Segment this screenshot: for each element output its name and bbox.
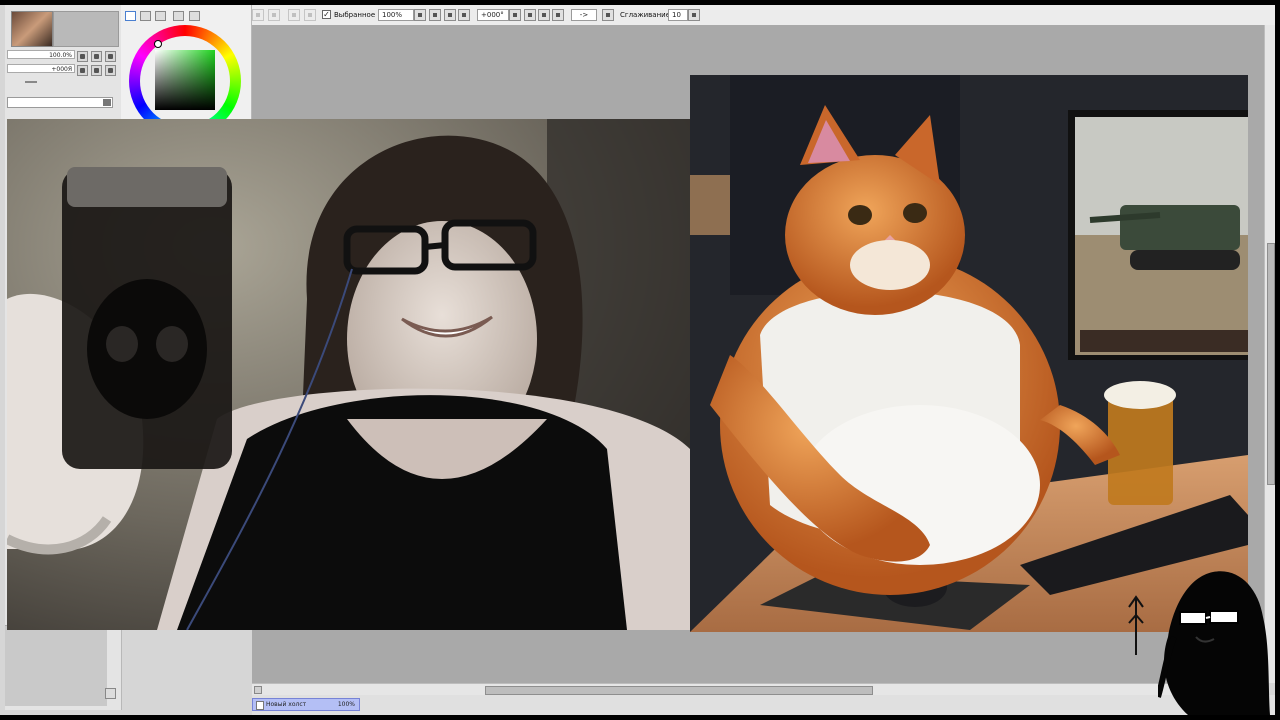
zoom-out-button[interactable] bbox=[429, 9, 441, 21]
navigator-preview-box bbox=[53, 11, 119, 47]
zoom-reset-button[interactable] bbox=[105, 51, 116, 62]
hide-selection-button[interactable] bbox=[304, 9, 316, 21]
rotate-right-button[interactable] bbox=[538, 9, 550, 21]
rotate-left-button[interactable] bbox=[77, 65, 88, 76]
scroll-left-arrow[interactable] bbox=[254, 686, 262, 694]
smoothing-label: Сглаживание bbox=[620, 11, 671, 19]
zoom-reset-button[interactable] bbox=[458, 9, 470, 21]
palette-icon[interactable] bbox=[173, 11, 184, 21]
zoom-out-button[interactable] bbox=[77, 51, 88, 62]
angle-field[interactable]: +000Я bbox=[7, 64, 75, 73]
selection-checkbox[interactable]: ✓ bbox=[322, 10, 331, 19]
rgb-slider-icon[interactable] bbox=[140, 11, 151, 21]
zoom-field[interactable]: 100.0% bbox=[7, 50, 75, 59]
invert-selection-button[interactable] bbox=[268, 9, 280, 21]
cat-gamer-svg bbox=[690, 75, 1248, 632]
horizontal-scroll-thumb[interactable] bbox=[485, 686, 873, 695]
rotate-reset-button[interactable] bbox=[105, 65, 116, 76]
hue-handle[interactable] bbox=[154, 40, 162, 48]
smoothing-dropdown-button[interactable] bbox=[688, 9, 700, 21]
document-zoom: 100% bbox=[337, 701, 355, 708]
top-toolbar: ✓ Выбранное 100% +000° -> Сглаживание 10 bbox=[252, 5, 1275, 26]
cat-gamer-illustration bbox=[690, 75, 1248, 632]
navigator-thumbnail[interactable] bbox=[11, 11, 53, 47]
hsv-slider-icon[interactable] bbox=[155, 11, 166, 21]
rotation-dropdown-button[interactable] bbox=[509, 9, 521, 21]
flip-field[interactable]: -> bbox=[571, 9, 597, 21]
slider-track[interactable] bbox=[25, 81, 37, 83]
chevron-down-icon bbox=[103, 99, 111, 106]
smoothing-field[interactable]: 10 bbox=[668, 9, 688, 21]
flip-horizontal-button[interactable] bbox=[602, 9, 614, 21]
rotation-select[interactable]: +000° bbox=[477, 9, 509, 21]
swatch-icon[interactable] bbox=[189, 11, 200, 21]
zoom-in-button[interactable] bbox=[91, 51, 102, 62]
vertical-scroll-thumb[interactable] bbox=[1267, 243, 1275, 485]
layer-list-panel bbox=[5, 625, 107, 706]
color-panel bbox=[121, 5, 252, 137]
color-wheel-icon[interactable] bbox=[125, 11, 136, 21]
layer-mode-dropdown[interactable] bbox=[7, 97, 113, 108]
rotate-left-button[interactable] bbox=[524, 9, 536, 21]
panel-scroll-button[interactable] bbox=[105, 688, 116, 699]
status-bar: Новый холст 100% bbox=[252, 695, 1275, 715]
deselect-button[interactable] bbox=[252, 9, 264, 21]
document-icon bbox=[256, 701, 264, 710]
rotate-reset-button[interactable] bbox=[552, 9, 564, 21]
zoom-dropdown-button[interactable] bbox=[414, 9, 426, 21]
webcam-photo bbox=[7, 119, 690, 630]
document-name: Новый холст bbox=[266, 701, 307, 708]
zoom-in-button[interactable] bbox=[444, 9, 456, 21]
webcam-photo-illustration bbox=[7, 119, 690, 630]
show-selection-button[interactable] bbox=[288, 9, 300, 21]
rotate-right-button[interactable] bbox=[91, 65, 102, 76]
document-tab[interactable]: Новый холст 100% bbox=[252, 698, 360, 711]
zoom-select[interactable]: 100% bbox=[378, 9, 414, 21]
saturation-value-square[interactable] bbox=[155, 50, 215, 110]
selection-checkbox-label: Выбранное bbox=[334, 11, 376, 19]
character-stamp-icon bbox=[1158, 571, 1270, 715]
hand-drawn-arrow-icon bbox=[1128, 595, 1144, 655]
